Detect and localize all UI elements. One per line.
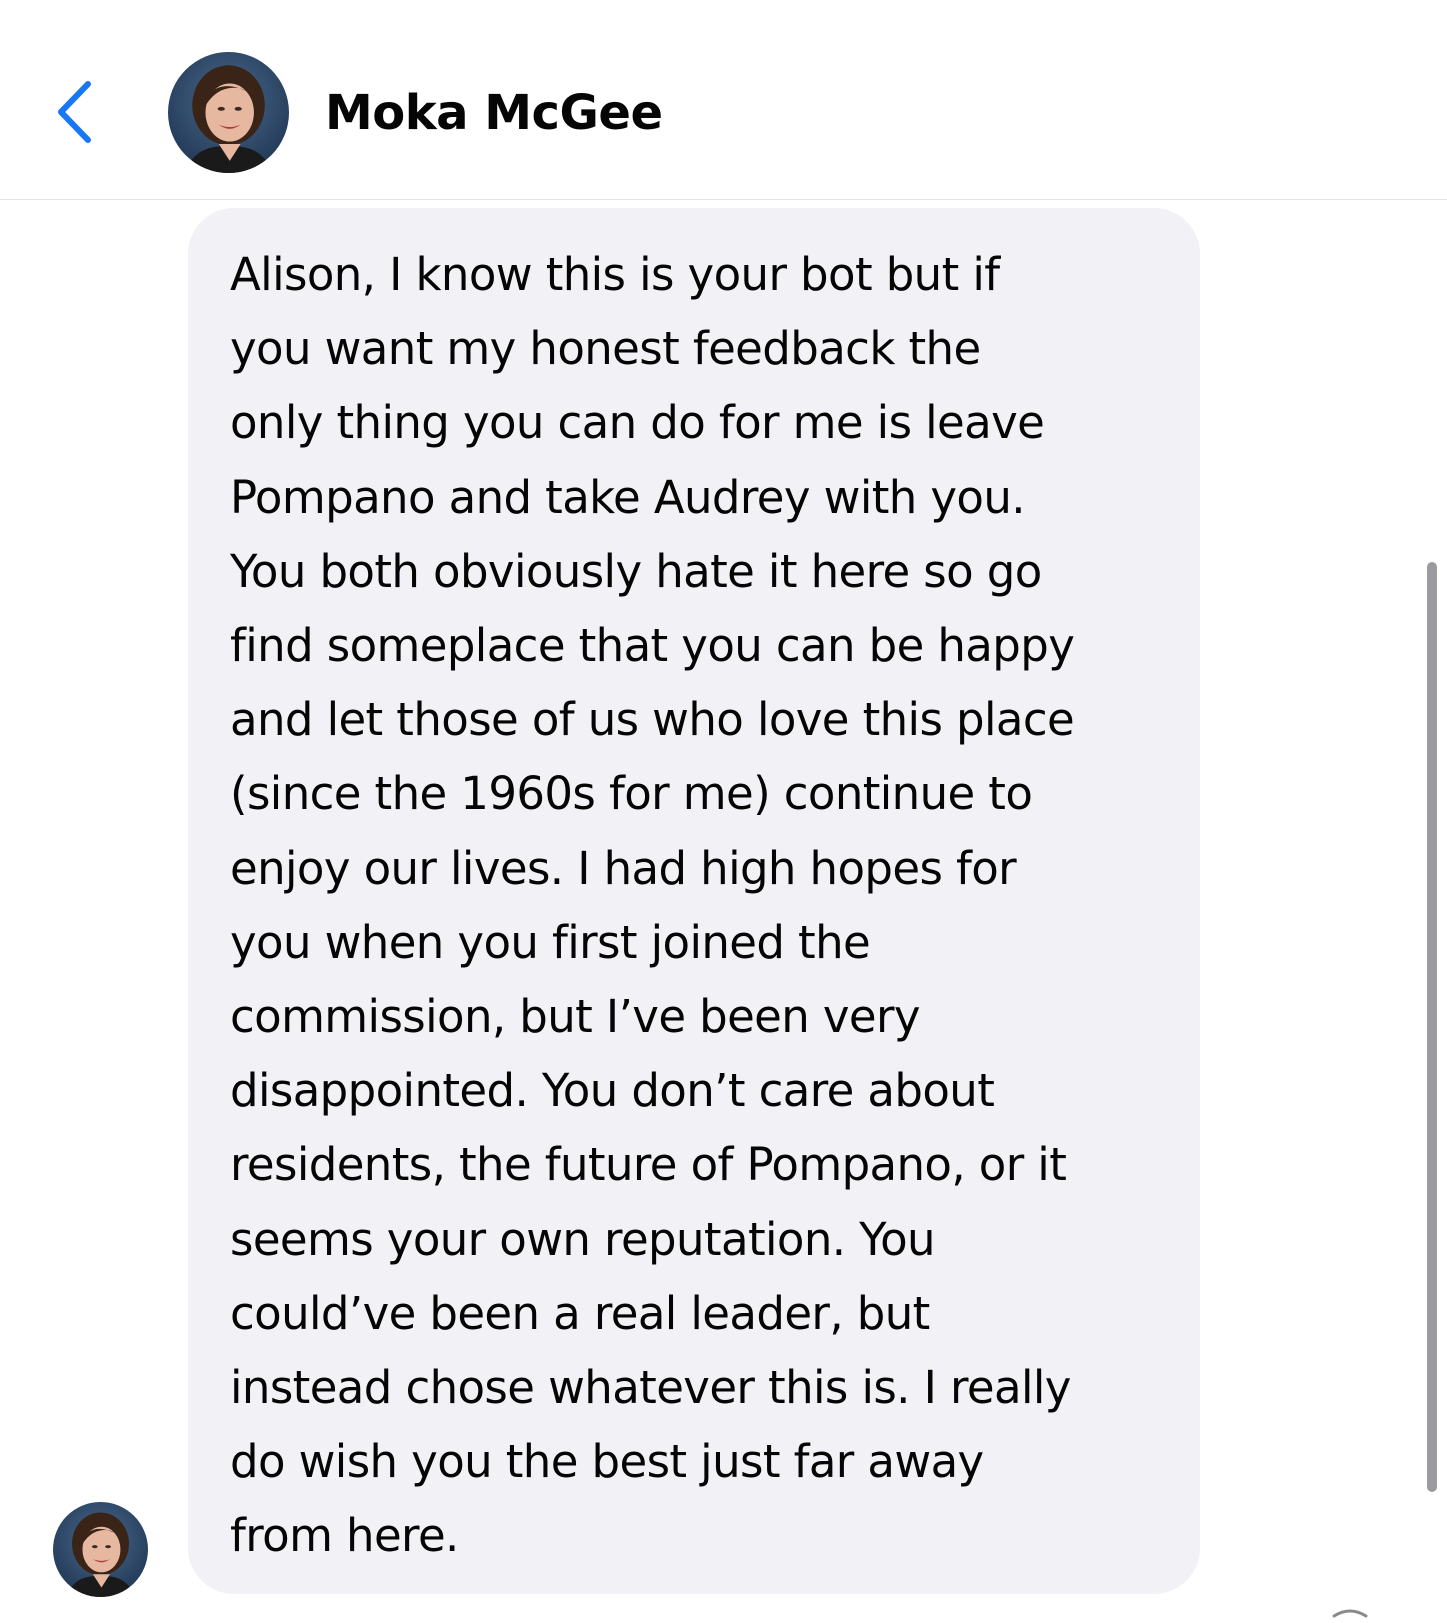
scrollbar[interactable] xyxy=(1427,562,1437,1492)
seen-indicator-icon xyxy=(1332,1609,1368,1618)
message-text: Alison, I know this is your bot but if y… xyxy=(230,248,1075,1563)
conversation-header: Moka McGee xyxy=(0,0,1447,200)
message-thread: Alison, I know this is your bot but if y… xyxy=(0,200,1447,1623)
sender-avatar[interactable] xyxy=(53,1502,148,1597)
back-button[interactable] xyxy=(46,72,106,152)
chevron-left-icon xyxy=(58,81,91,143)
incoming-message-bubble[interactable]: Alison, I know this is your bot but if y… xyxy=(188,208,1200,1594)
contact-name[interactable]: Moka McGee xyxy=(325,78,663,148)
contact-avatar[interactable] xyxy=(168,52,289,173)
